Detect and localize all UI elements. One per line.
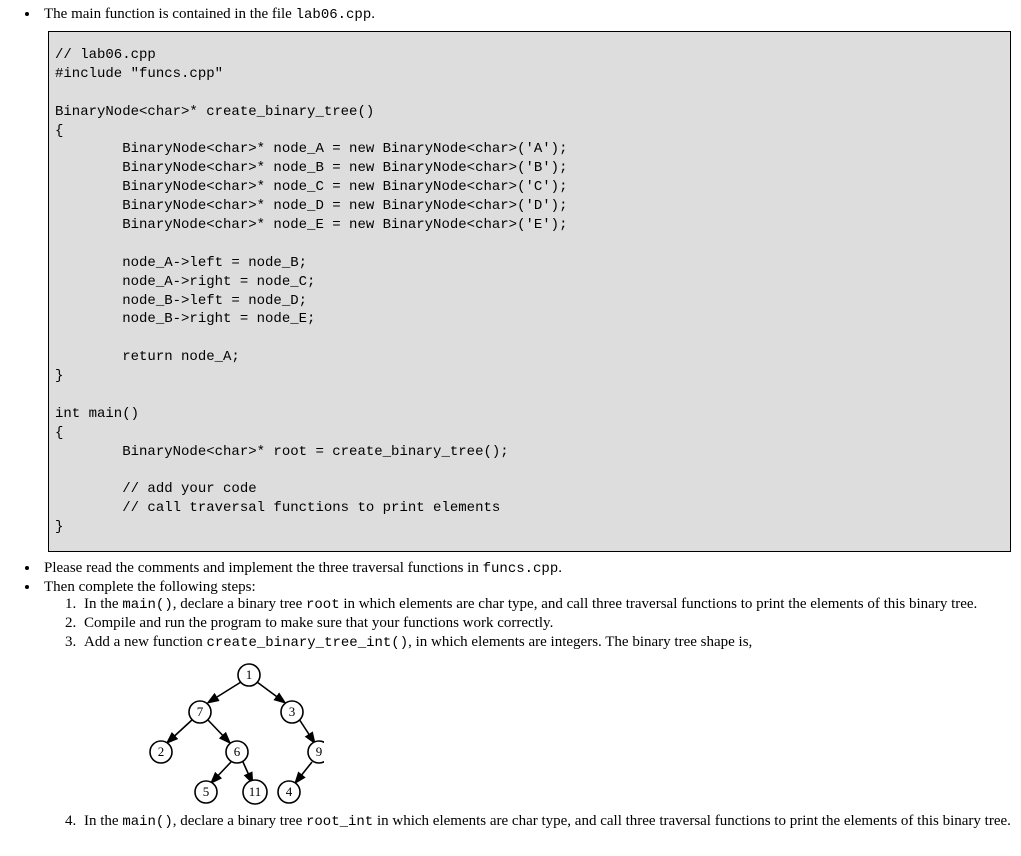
inline-code: lab06.cpp	[296, 7, 372, 23]
text: in which elements are char type, and cal…	[373, 813, 1011, 829]
text: The main function is contained in the fi…	[44, 6, 296, 22]
outer-list: The main function is contained in the fi…	[10, 6, 1011, 830]
text: Compile and run the program to make sure…	[84, 615, 553, 631]
step-4: In the main(), declare a binary tree roo…	[80, 813, 1011, 830]
steps-list: In the main(), declare a binary tree roo…	[44, 596, 1011, 830]
bullet-main-function: The main function is contained in the fi…	[40, 6, 1011, 552]
text: In the	[84, 813, 122, 829]
code-block-lab06: // lab06.cpp #include "funcs.cpp" Binary…	[48, 31, 1011, 552]
inline-code: main()	[122, 814, 172, 830]
inline-code: root_int	[306, 814, 373, 830]
text: , declare a binary tree	[173, 813, 306, 829]
text: , declare a binary tree	[173, 596, 306, 612]
tree-node-4: 4	[286, 784, 293, 799]
tree-node-5: 5	[203, 784, 210, 799]
text: In the	[84, 596, 122, 612]
step-2: Compile and run the program to make sure…	[80, 615, 1011, 632]
text: .	[558, 560, 562, 576]
tree-node-11: 11	[249, 784, 262, 799]
text: Please read the comments and implement t…	[44, 560, 483, 576]
tree-node-9: 9	[316, 744, 323, 759]
tree-node-7: 7	[197, 704, 204, 719]
inline-code: create_binary_tree_int()	[206, 635, 408, 651]
step-3: Add a new function create_binary_tree_in…	[80, 634, 1011, 807]
text: Add a new function	[84, 634, 206, 650]
inline-code: root	[306, 597, 340, 613]
step-1: In the main(), declare a binary tree roo…	[80, 596, 1011, 613]
tree-node-3: 3	[289, 704, 296, 719]
bullet-complete-steps: Then complete the following steps: In th…	[40, 579, 1011, 830]
text: .	[371, 6, 375, 22]
binary-tree-diagram: 1 7 3 2 6 9 5 11	[124, 657, 324, 807]
tree-node-2: 2	[158, 744, 165, 759]
bullet-implement-traversal: Please read the comments and implement t…	[40, 560, 1011, 577]
inline-code: main()	[122, 597, 172, 613]
tree-node-6: 6	[234, 744, 241, 759]
text: in which elements are char type, and cal…	[340, 596, 978, 612]
inline-code: funcs.cpp	[483, 561, 559, 577]
tree-node-1: 1	[246, 667, 253, 682]
text: , in which elements are integers. The bi…	[408, 634, 752, 650]
text: Then complete the following steps:	[44, 579, 256, 595]
